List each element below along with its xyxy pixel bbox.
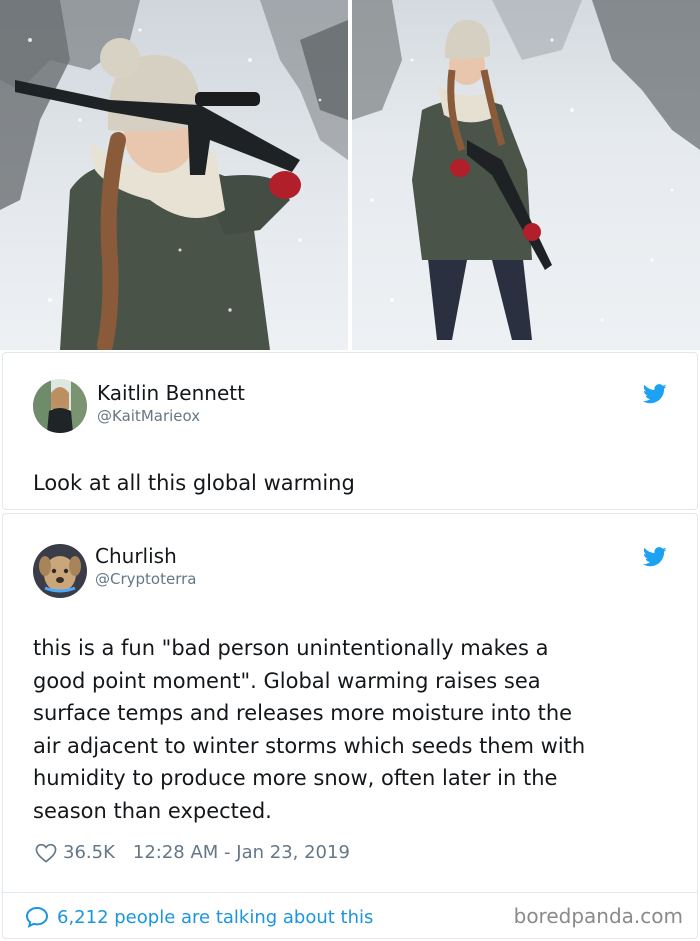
conversation-link[interactable]: 6,212 people are talking about this (25, 906, 373, 928)
twitter-bird-icon[interactable] (643, 383, 667, 405)
avatar[interactable] (33, 544, 87, 598)
display-name[interactable]: Kaitlin Bennett (97, 381, 245, 405)
photo-right[interactable] (352, 0, 700, 350)
display-name[interactable]: Churlish (95, 544, 177, 568)
photo-row (0, 0, 700, 350)
avatar-image-kaitlin (33, 379, 87, 433)
tweet-card-churlish[interactable]: Churlish @Cryptoterra this is a fun "bad… (2, 513, 698, 939)
tweet-text: Look at all this global warming (33, 471, 355, 495)
user-handle[interactable]: @KaitMarieox (97, 407, 200, 425)
twitter-bird-icon[interactable] (643, 546, 667, 568)
tweet-meta: 36.5K 12:28 AM - Jan 23, 2019 (35, 842, 350, 863)
speech-bubble-icon (25, 906, 49, 928)
user-handle[interactable]: @Cryptoterra (95, 570, 196, 588)
like-count[interactable]: 36.5K (63, 842, 115, 863)
tweet-text-line: air adjacent to winter storms which seed… (33, 733, 586, 758)
tweet-text-line: surface temps and releases more moisture… (33, 701, 573, 725)
tweet-text-line: this is a fun "bad person unintentionall… (33, 636, 549, 660)
tweet-text: this is a fun "bad person unintentionall… (33, 632, 673, 827)
watermark: boredpanda.com (513, 904, 683, 928)
talking-count-text[interactable]: 6,212 people are talking about this (57, 907, 373, 928)
avatar[interactable] (33, 379, 87, 433)
divider (3, 892, 697, 893)
timestamp[interactable]: 12:28 AM - Jan 23, 2019 (133, 842, 350, 863)
winter-photo-fullbody (352, 0, 700, 350)
tweet-text-line: humidity to produce more snow, often lat… (33, 766, 558, 790)
photo-left[interactable] (0, 0, 348, 350)
tweet-text-line: season than expected. (33, 798, 272, 823)
winter-photo-closeup (0, 0, 348, 350)
tweet-card-kaitlin[interactable]: Kaitlin Bennett @KaitMarieox Look at all… (2, 352, 698, 510)
avatar-image-churlish (33, 544, 87, 598)
tweet-text-line: good point moment". Global warming raise… (33, 668, 541, 693)
heart-icon[interactable] (35, 843, 57, 863)
